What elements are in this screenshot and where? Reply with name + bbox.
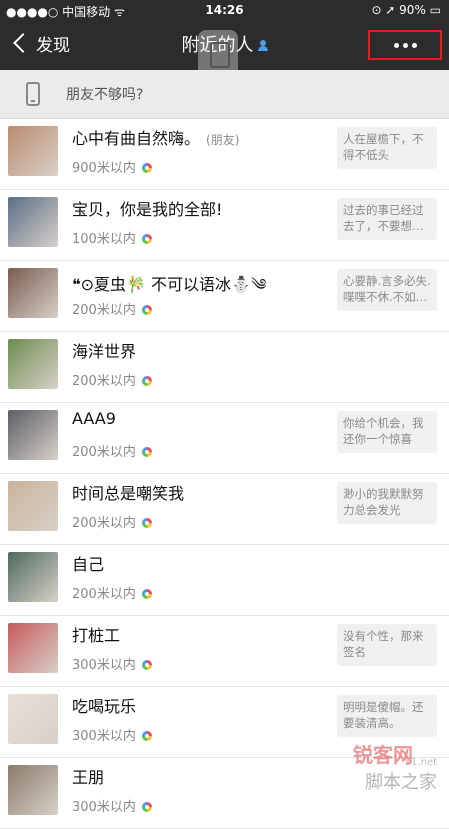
distance-text: 200米以内 — [72, 374, 136, 389]
distance: 300米以内 — [72, 654, 152, 673]
distance-text: 300米以内 — [72, 729, 136, 744]
person-name-text: 时间总是嘲笑我 — [72, 484, 185, 503]
watermark: 51.net 锐客网 脚本之家 — [307, 728, 447, 798]
moments-icon — [141, 660, 152, 670]
avatar[interactable] — [8, 268, 58, 318]
list-item[interactable]: 海洋世界 200米以内 — [0, 332, 449, 403]
distance: 100米以内 — [72, 228, 152, 247]
person-name-text: ❝⊙夏虫🎋 不可以语冰⛄༄ — [72, 275, 267, 294]
moments-icon — [141, 234, 152, 244]
person-name-text: 吃喝玩乐 — [72, 697, 137, 716]
friend-tag: (朋友) — [206, 133, 240, 147]
person-name: 海洋世界 — [72, 338, 142, 362]
distance: 300米以内 — [72, 796, 152, 815]
list-item[interactable]: 宝贝，你是我的全部! 100米以内 过去的事已经过去了，不要想… — [0, 190, 449, 261]
distance-text: 200米以内 — [72, 587, 136, 602]
phone-icon — [26, 82, 40, 106]
person-name: 心中有曲自然嗨。 (朋友) — [72, 125, 239, 149]
distance-text: 200米以内 — [72, 445, 136, 460]
signature: 人在屋檐下，不得不低头 — [337, 127, 437, 169]
list-item[interactable]: AAA9 200米以内 你给个机会，我还你一个惊喜 — [0, 403, 449, 474]
distance: 200米以内 — [72, 441, 152, 460]
signature: 渺小的我默默努力总会发光 — [337, 482, 437, 524]
avatar[interactable] — [8, 410, 58, 460]
moments-icon — [141, 305, 152, 315]
moments-icon — [141, 802, 152, 812]
nearby-people-list: 心中有曲自然嗨。 (朋友) 900米以内 人在屋檐下，不得不低头宝贝，你是我的全部! 1… — [0, 119, 449, 829]
avatar[interactable] — [8, 126, 58, 176]
list-item[interactable]: ❝⊙夏虫🎋 不可以语冰⛄༄ 200米以内 心要静.言多必失.喋喋不休.不如… — [0, 261, 449, 332]
signature: 过去的事已经过去了，不要想… — [337, 198, 437, 240]
avatar[interactable] — [8, 623, 58, 673]
avatar[interactable] — [8, 552, 58, 602]
distance: 200米以内 — [72, 299, 152, 318]
person-name: AAA9 — [72, 409, 122, 428]
person-name-text: AAA9 — [72, 409, 116, 428]
person-name: 宝贝，你是我的全部! — [72, 196, 228, 220]
find-friends-banner[interactable]: 朋友不够吗? — [0, 70, 449, 119]
person-name-text: 宝贝，你是我的全部! — [72, 200, 223, 219]
moments-icon — [141, 163, 152, 173]
person-name: 王朋 — [72, 764, 110, 788]
avatar[interactable] — [8, 481, 58, 531]
distance-text: 900米以内 — [72, 161, 136, 176]
person-name-text: 打桩工 — [72, 626, 121, 645]
avatar[interactable] — [8, 197, 58, 247]
battery-indicator: ⊙ ➚ 90% ▭ — [371, 3, 441, 17]
distance-text: 200米以内 — [72, 516, 136, 531]
person-name: 自己 — [72, 551, 110, 575]
person-name: 打桩工 — [72, 622, 126, 646]
distance-text: 200米以内 — [72, 303, 136, 318]
list-item[interactable]: 时间总是嘲笑我 200米以内 渺小的我默默努力总会发光 — [0, 474, 449, 545]
distance: 200米以内 — [72, 512, 152, 531]
watermark-site: 脚本之家 — [365, 772, 437, 793]
distance: 300米以内 — [72, 725, 152, 744]
distance-text: 300米以内 — [72, 800, 136, 815]
moments-icon — [141, 447, 152, 457]
signature: 没有个性，那来签名 — [337, 624, 437, 666]
distance: 900米以内 — [72, 157, 152, 176]
person-name: 时间总是嘲笑我 — [72, 480, 190, 504]
more-button[interactable] — [368, 30, 442, 60]
signature: 心要静.言多必失.喋喋不休.不如… — [337, 269, 437, 311]
person-name-text: 心中有曲自然嗨。 — [72, 129, 201, 148]
moments-icon — [141, 589, 152, 599]
avatar[interactable] — [8, 339, 58, 389]
distance-text: 100米以内 — [72, 232, 136, 247]
list-item[interactable]: 打桩工 300米以内 没有个性，那来签名 — [0, 616, 449, 687]
status-bar: ●●●●○ 中国移动 ᯤ 14:26 ⊙ ➚ 90% ▭ — [0, 0, 449, 22]
banner-text: 朋友不够吗? — [66, 87, 144, 103]
person-name: 吃喝玩乐 — [72, 693, 142, 717]
distance: 200米以内 — [72, 370, 152, 389]
distance: 200米以内 — [72, 583, 152, 602]
person-name-text: 自己 — [72, 555, 105, 574]
avatar[interactable] — [8, 694, 58, 744]
distance-text: 300米以内 — [72, 658, 136, 673]
list-item[interactable]: 自己 200米以内 — [0, 545, 449, 616]
nav-bar: 发现 附近的人 — [0, 22, 449, 78]
watermark-brand: 锐客网 — [353, 743, 413, 767]
list-item[interactable]: 心中有曲自然嗨。 (朋友) 900米以内 人在屋檐下，不得不低头 — [0, 119, 449, 190]
person-icon — [257, 40, 268, 52]
moments-icon — [141, 518, 152, 528]
signature: 你给个机会，我还你一个惊喜 — [337, 411, 437, 453]
person-name-text: 王朋 — [72, 768, 105, 787]
person-name-text: 海洋世界 — [72, 342, 137, 361]
moments-icon — [141, 376, 152, 386]
avatar[interactable] — [8, 765, 58, 815]
more-dots-icon — [393, 42, 399, 48]
moments-icon — [141, 731, 152, 741]
